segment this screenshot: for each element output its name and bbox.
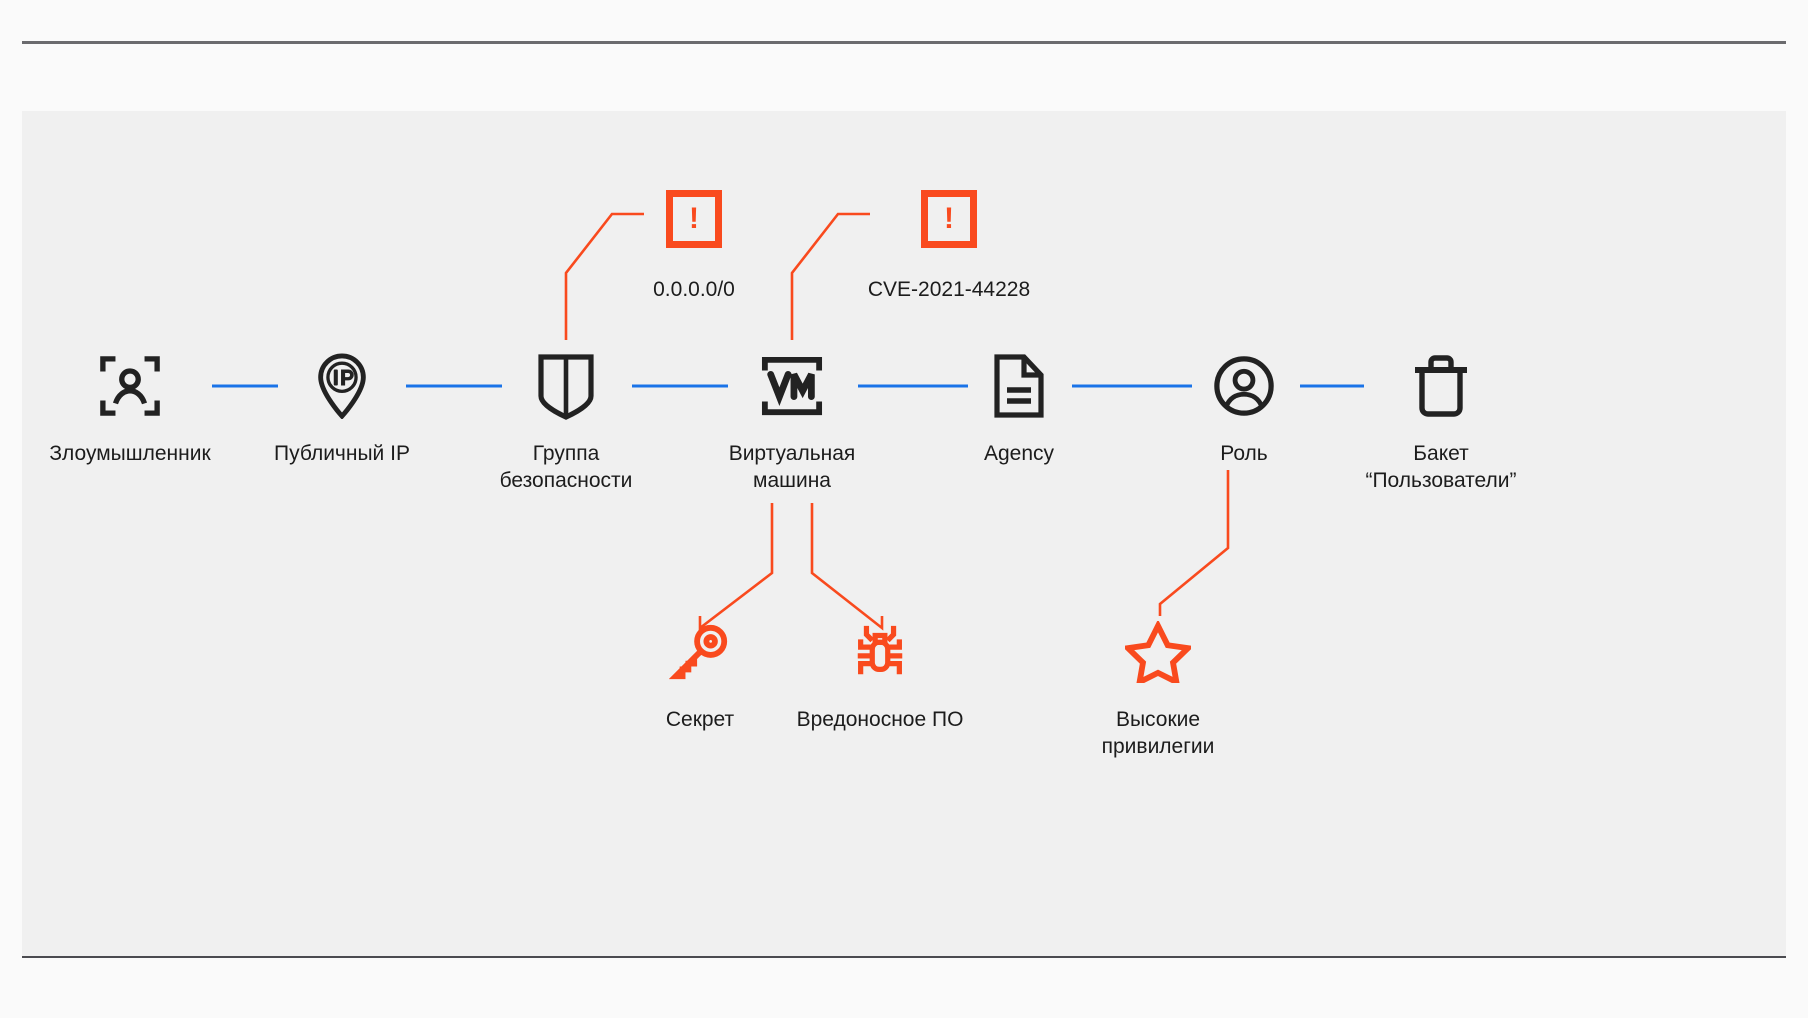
finding-label: Высокие привилегии [1101,708,1215,758]
finding-high-privileges[interactable]: Высокие привилегии [1043,616,1273,760]
node-label: Бакет “Пользователи” [1365,442,1517,492]
node-label: Agency [983,442,1055,465]
node-label: Виртуальная машина [728,442,856,492]
node-bucket[interactable]: Бакет “Пользователи” [1326,348,1556,494]
node-public-ip[interactable]: Публичный IP [227,348,457,467]
alert-badge-symbol: ! [944,202,954,235]
bug-icon [765,616,995,688]
alert-label: CVE-2021-44228 [867,278,1031,301]
node-label: Злоумышленник [49,442,211,465]
alert-exclamation-icon: ! [921,190,977,248]
diagram-page: ! 0.0.0.0/0 ! CVE-2021-44228 Злоумышленн… [0,0,1808,1018]
node-label: Роль [1220,442,1268,465]
node-label: Публичный IP [274,442,410,465]
alert-open-cidr[interactable]: ! 0.0.0.0/0 [579,190,809,303]
shield-icon [451,348,681,424]
star-icon [1043,616,1273,688]
finding-malware[interactable]: Вредоносное ПО [765,616,995,733]
node-attacker[interactable]: Злоумышленник [15,348,245,467]
ip-pin-icon [227,348,457,424]
alert-exclamation-icon: ! [666,190,722,248]
person-scan-icon [15,348,245,424]
alert-badge-symbol: ! [689,202,699,235]
node-agency[interactable]: Agency [904,348,1134,467]
node-security-group[interactable]: Группа безопасности [451,348,681,494]
bucket-icon [1326,348,1556,424]
document-icon [904,348,1134,424]
vm-icon [677,348,907,424]
node-role[interactable]: Роль [1129,348,1359,467]
node-label: Группа безопасности [499,442,633,492]
user-circle-icon [1129,348,1359,424]
finding-label: Вредоносное ПО [796,708,964,731]
alert-label: 0.0.0.0/0 [653,278,735,301]
alert-cve-log4j[interactable]: ! CVE-2021-44228 [834,190,1064,303]
node-virtual-machine[interactable]: Виртуальная машина [677,348,907,494]
top-divider [22,41,1786,44]
